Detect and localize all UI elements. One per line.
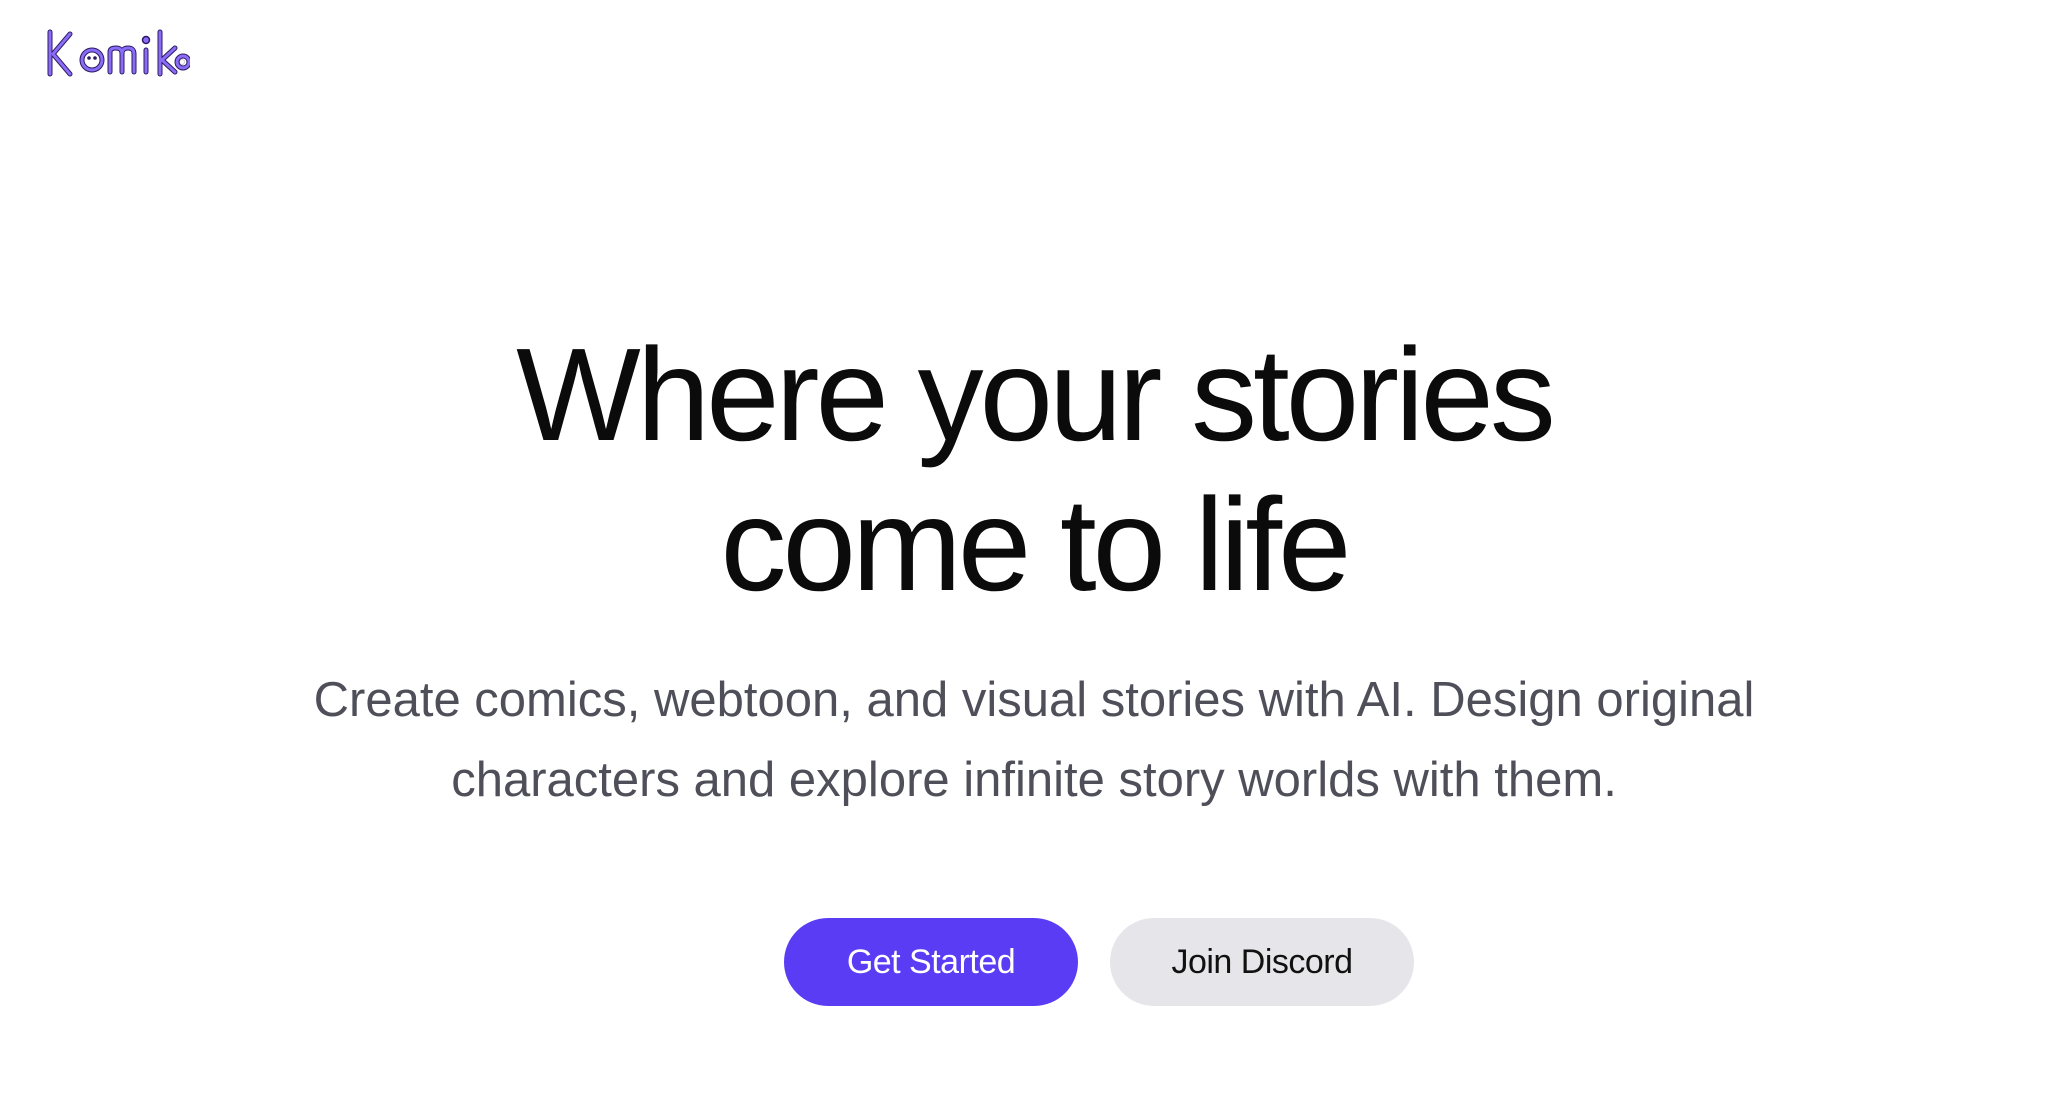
hero-subtitle-line-1: Create comics, webtoon, and visual stori… [313,673,1755,727]
join-discord-button-label: Join Discord [1171,942,1353,981]
get-started-button-label: Get Started [846,942,1016,981]
hero-subtitle-line-2: characters and explore infinite story wo… [451,753,1617,807]
hero-section: Where your stories come to life Create c… [0,0,2068,1102]
hero-headline-line-2: come to life [720,471,1352,618]
join-discord-button[interactable]: Join Discord [1110,918,1414,1006]
hero-headline-line-1: Where your stories [516,321,1556,468]
get-started-button[interactable]: Get Started [784,918,1078,1006]
